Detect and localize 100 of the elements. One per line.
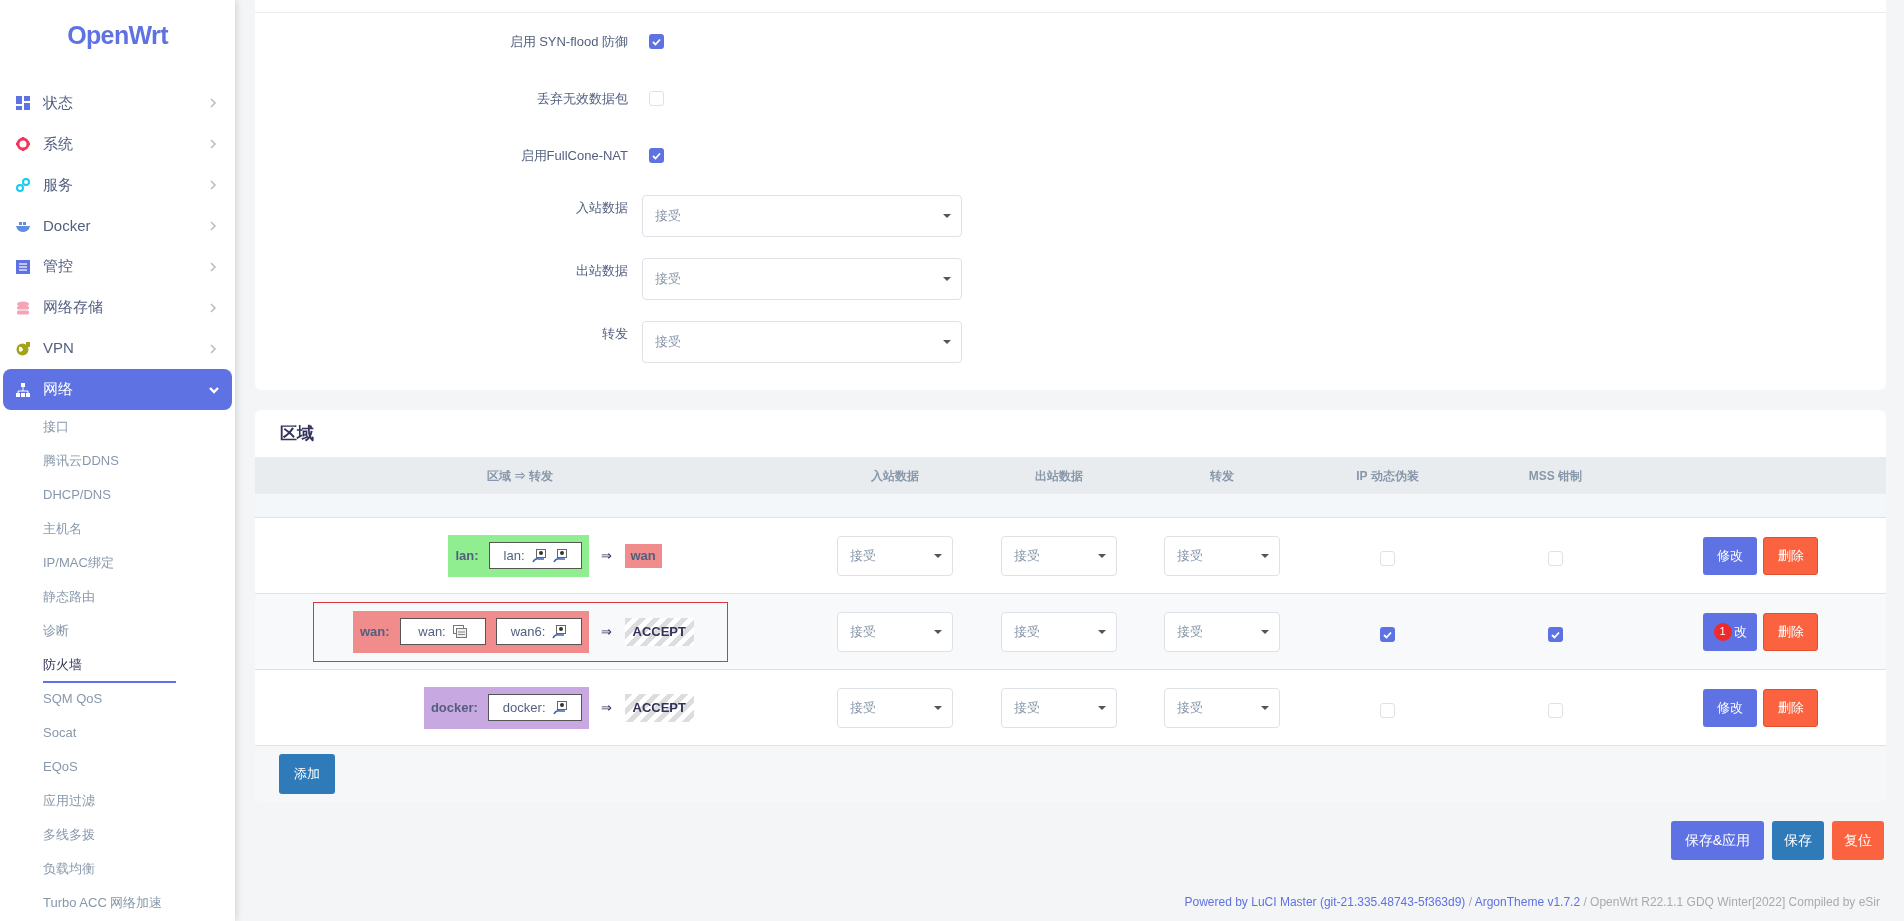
- caret-icon: [1097, 553, 1106, 558]
- add-button[interactable]: 添加: [279, 754, 335, 794]
- column-header: IP 动态伪装: [1355, 467, 1420, 485]
- sitemap-icon: [16, 382, 30, 397]
- dashboard-icon: [16, 95, 30, 110]
- windows-icon: [452, 625, 467, 638]
- caret-icon: [934, 629, 942, 634]
- checkmark-icon: [1551, 630, 1560, 639]
- network-port-icon: [552, 700, 567, 715]
- select-field[interactable]: 接受: [642, 194, 962, 237]
- select-field[interactable]: 接受: [1164, 687, 1280, 728]
- action-button[interactable]: 保存&应用: [1670, 821, 1764, 860]
- select-field[interactable]: 接受: [1164, 535, 1280, 576]
- field-label: 转发: [601, 325, 628, 343]
- select-field[interactable]: 接受: [1000, 687, 1117, 728]
- checkmark-icon: [1383, 630, 1392, 639]
- notification-badge: 1: [1713, 622, 1732, 641]
- policy-tag: ACCEPT: [624, 693, 694, 722]
- column-header: 入站数据: [870, 467, 920, 485]
- caret-icon: [1097, 629, 1106, 634]
- submenu-item[interactable]: SQM QoS: [43, 683, 176, 717]
- column-header: MSS 钳制: [1527, 467, 1584, 485]
- zone-name: lan:: [455, 546, 479, 565]
- caret-icon: [1261, 705, 1269, 710]
- select-field[interactable]: 接受: [1000, 535, 1117, 576]
- target-zone-tag: wan: [624, 543, 662, 568]
- edit-button[interactable]: 修改: [1703, 536, 1757, 575]
- sidebar-item[interactable]: 网络: [3, 369, 232, 410]
- edit-button[interactable]: 修改: [1703, 688, 1757, 727]
- caret-icon: [943, 213, 951, 218]
- policy-tag: ACCEPT: [624, 617, 694, 646]
- submenu-item[interactable]: 多线多拨: [43, 819, 176, 853]
- submenu-item[interactable]: 诊断: [43, 615, 176, 649]
- submenu-item[interactable]: DHCP/DNS: [43, 479, 176, 513]
- caret-icon: [934, 553, 942, 558]
- network-port-icon: [531, 548, 546, 563]
- delete-button[interactable]: 删除: [1763, 612, 1818, 651]
- checkbox[interactable]: [649, 91, 664, 106]
- field-label: 启用FullCone-NAT: [519, 146, 628, 165]
- delete-button[interactable]: 删除: [1763, 688, 1818, 727]
- field-label: 启用 SYN-flood 防御: [508, 32, 628, 51]
- checkbox[interactable]: [1380, 627, 1395, 642]
- select-field[interactable]: 接受: [642, 320, 962, 363]
- delete-button[interactable]: 删除: [1763, 536, 1818, 575]
- footer-text: Powered by LuCI Master (git-21.335.48743-5f363d9) / ArgonTheme v1.7.2 / OpenWrt R22.1.1 GDQ Winter[2022] Compiled by eSir: [1184, 894, 1880, 911]
- caret-icon: [1097, 705, 1106, 710]
- field-label: 丢弃无效数据包: [536, 89, 628, 108]
- arrow-text: ⇒: [601, 698, 612, 717]
- network-box: docker:: [487, 694, 582, 721]
- submenu-item[interactable]: 静态路由: [43, 581, 176, 615]
- sidebar-item[interactable]: VPN: [3, 328, 232, 370]
- caret-icon: [943, 339, 951, 344]
- sidebar-item[interactable]: Docker: [3, 205, 232, 247]
- checkbox[interactable]: [1548, 703, 1563, 718]
- database-icon: [16, 300, 30, 315]
- field-label: 入站数据: [575, 199, 628, 217]
- sidebar-item[interactable]: 状态: [3, 82, 232, 124]
- checkbox[interactable]: [1380, 551, 1395, 566]
- submenu-item[interactable]: 防火墙: [43, 649, 176, 683]
- select-field[interactable]: 接受: [837, 611, 953, 652]
- submenu-item[interactable]: Turbo ACC 网络加速: [43, 887, 176, 921]
- checkbox[interactable]: [649, 148, 664, 163]
- network-port-icon: [552, 548, 567, 563]
- sidebar-item[interactable]: 系统: [3, 123, 232, 165]
- select-field[interactable]: 接受: [837, 535, 953, 576]
- select-field[interactable]: 接受: [837, 687, 953, 728]
- field-label: 出站数据: [575, 262, 628, 280]
- sidebar-item[interactable]: 服务: [3, 164, 232, 206]
- submenu-item[interactable]: 接口: [43, 411, 176, 445]
- arrow-text: ⇒: [601, 546, 612, 565]
- arrow-text: ⇒: [601, 622, 612, 641]
- submenu-item[interactable]: 负载均衡: [43, 853, 176, 887]
- logo: OpenWrt: [66, 20, 170, 51]
- checkbox[interactable]: [1548, 551, 1563, 566]
- submenu-item[interactable]: 主机名: [43, 513, 176, 547]
- action-button[interactable]: 保存: [1772, 821, 1824, 860]
- submenu-item[interactable]: Socat: [43, 717, 176, 751]
- checkmark-icon: [652, 37, 661, 46]
- action-button[interactable]: 复位: [1832, 821, 1884, 860]
- checkmark-icon: [652, 151, 661, 160]
- edit-button[interactable]: 1 改: [1703, 612, 1757, 651]
- footer-link[interactable]: ArgonTheme v1.7.2: [1474, 895, 1581, 909]
- select-field[interactable]: 接受: [1000, 611, 1117, 652]
- checkbox[interactable]: [1380, 703, 1395, 718]
- sidebar-item[interactable]: 网络存储: [3, 287, 232, 329]
- zone-name: docker:: [430, 698, 478, 717]
- checkbox[interactable]: [649, 34, 664, 49]
- sidebar-item[interactable]: 管控: [3, 246, 232, 288]
- select-field[interactable]: 接受: [1164, 611, 1280, 652]
- submenu-item[interactable]: 腾讯云DDNS: [43, 445, 176, 479]
- select-field[interactable]: 接受: [642, 257, 962, 300]
- submenu-item[interactable]: EQoS: [43, 751, 176, 785]
- network-box: lan:: [488, 542, 582, 569]
- submenu-item[interactable]: 应用过滤: [43, 785, 176, 819]
- checkbox[interactable]: [1548, 627, 1563, 642]
- caret-icon: [1261, 553, 1269, 558]
- footer-link[interactable]: Powered by LuCI Master (git-21.335.48743-5f363d9): [1184, 895, 1466, 909]
- zone-name: wan:: [359, 622, 390, 641]
- submenu-item[interactable]: IP/MAC绑定: [43, 547, 176, 581]
- column-header: 出站数据: [1033, 467, 1084, 485]
